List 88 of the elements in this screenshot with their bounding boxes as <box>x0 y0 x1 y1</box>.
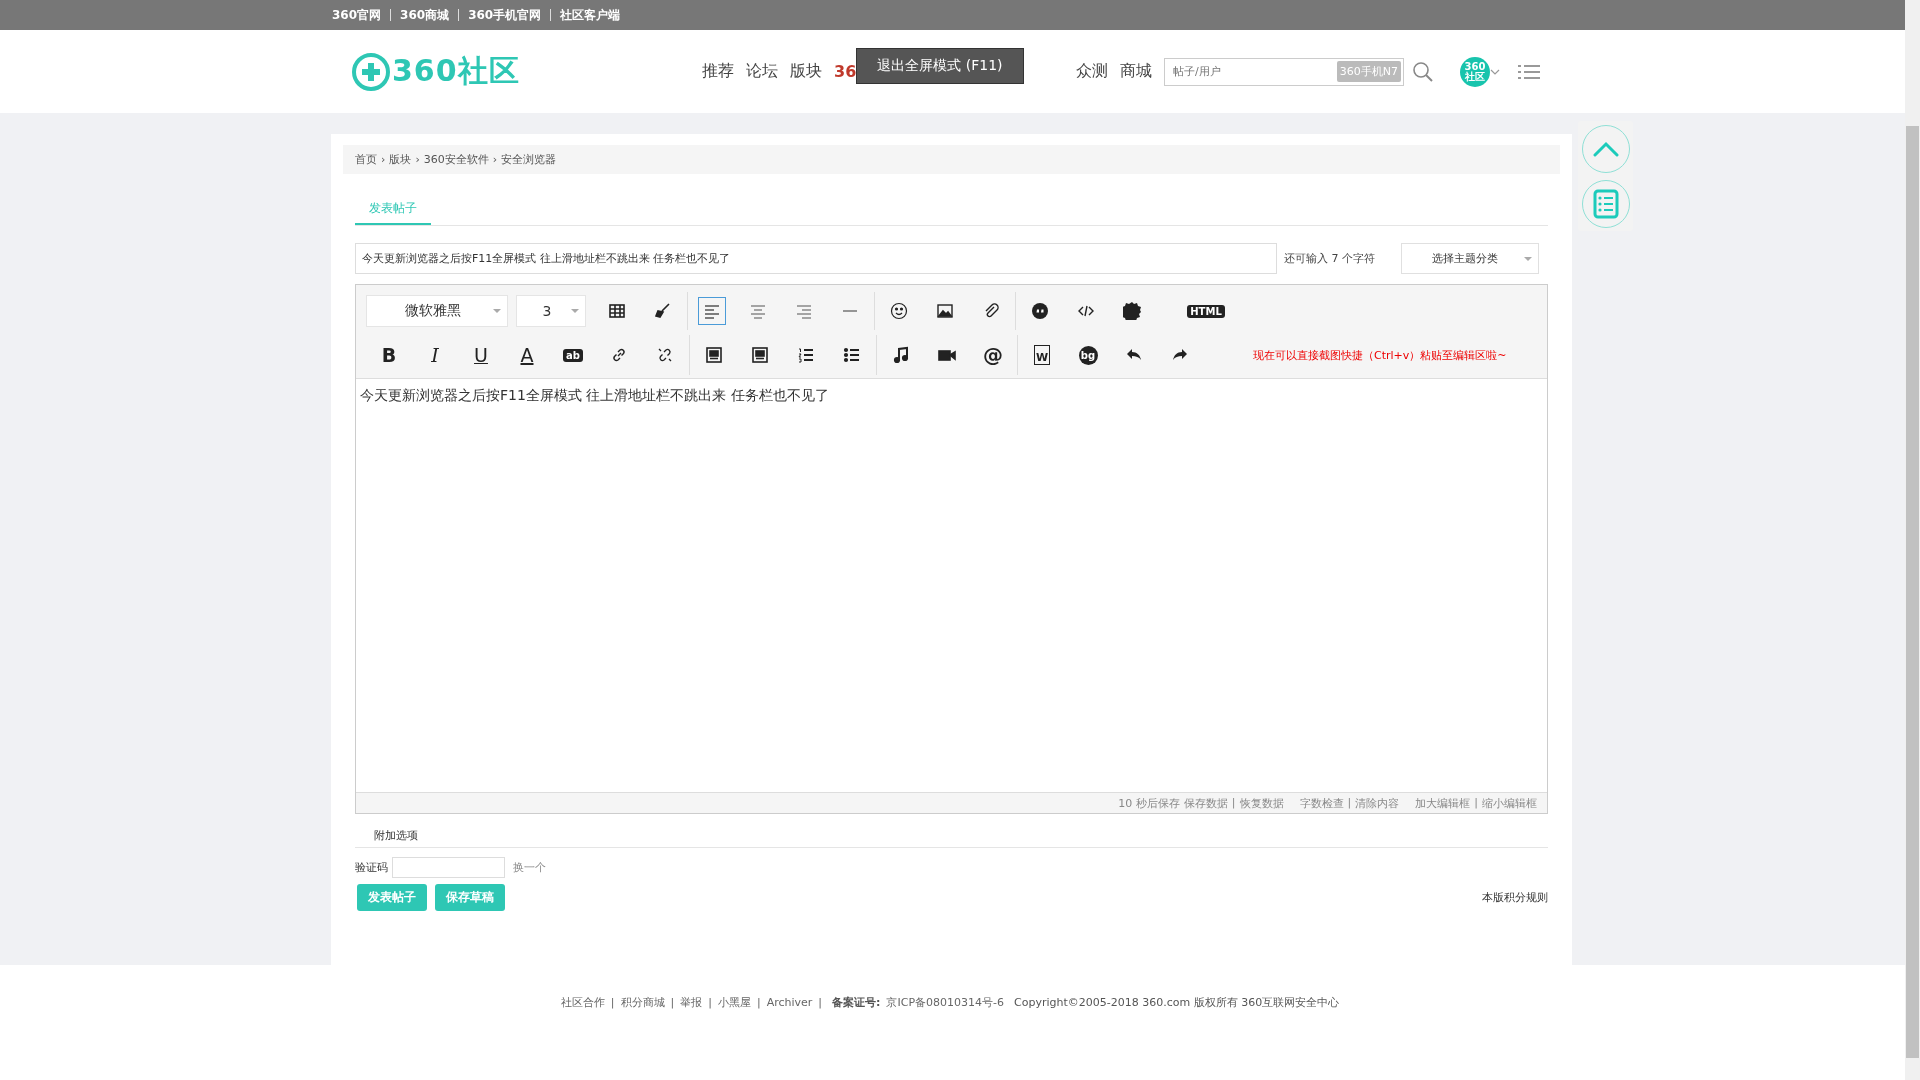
size-select[interactable]: 3 <box>516 295 586 327</box>
footer-link[interactable]: 社区合作 <box>560 995 605 1010</box>
unlink-icon <box>656 346 674 364</box>
footer-link[interactable]: 积分商城 <box>620 995 665 1010</box>
align-left-icon <box>703 302 721 320</box>
top-link[interactable]: 360手机官网 <box>468 6 542 24</box>
scrollbar[interactable] <box>1905 0 1920 1080</box>
breadcrumb-link[interactable]: 首页 <box>355 152 377 167</box>
top-link[interactable]: 360官网 <box>332 6 382 24</box>
separator: | <box>1347 795 1352 811</box>
format-button[interactable]: HTML <box>1183 295 1229 327</box>
plus-logo-icon <box>352 52 390 91</box>
paste-hint: 现在可以直接截图快捷（Ctrl+v）粘贴至编辑区啦~ <box>1253 347 1507 363</box>
editor-link[interactable]: 恢复数据 <box>1239 795 1284 811</box>
seal-icon <box>1123 302 1141 320</box>
nav-link[interactable]: 推荐 <box>702 61 734 82</box>
chevron-up-icon <box>1592 140 1619 157</box>
nav-link[interactable]: 商城 <box>1120 61 1152 82</box>
quote-icon <box>1031 302 1049 320</box>
char-counter: 还可输入 7 个字符 <box>1284 251 1376 266</box>
float-right-icon <box>751 346 769 364</box>
link-icon <box>610 346 628 364</box>
font-select[interactable]: 微软雅黑 <box>366 295 508 327</box>
underline-button[interactable]: U <box>458 339 504 371</box>
autosave-note: 10 秒后保存 <box>1118 795 1180 811</box>
list-icon <box>1592 188 1619 219</box>
breadcrumb-link[interactable]: 版块 <box>389 152 412 167</box>
format-button[interactable]: W <box>1019 339 1065 371</box>
ul-icon <box>843 346 861 364</box>
nav-link[interactable]: 36 <box>834 62 857 81</box>
refresh-link[interactable]: 换一个 <box>513 860 546 875</box>
separator: | <box>1474 795 1478 811</box>
tooltip: 退出全屏模式 (F11) <box>856 47 1024 84</box>
editor-link[interactable]: 保存数据 <box>1183 795 1228 811</box>
separator: | <box>670 996 675 1009</box>
nav-link[interactable]: 众测 <box>1076 61 1108 82</box>
editor-link[interactable]: 字数检查 <box>1299 795 1344 811</box>
breadcrumb-separator: › <box>415 153 420 166</box>
separator: | <box>756 996 761 1009</box>
breadcrumb-separator: › <box>381 153 386 166</box>
captcha-label: 验证码 <box>355 860 388 875</box>
format-button[interactable]: ab <box>550 339 596 371</box>
editor-link[interactable]: 缩小编辑框 <box>1482 795 1537 811</box>
separator: | <box>1231 795 1236 811</box>
search-icon[interactable] <box>1412 60 1434 83</box>
section-heading: 附加选项 <box>355 828 1548 848</box>
breadcrumb-separator: › <box>492 153 498 166</box>
caret-icon <box>571 309 579 313</box>
top-link[interactable]: 360商城 <box>400 6 450 24</box>
editor-link[interactable]: 清除内容 <box>1355 795 1400 811</box>
separator: | <box>818 996 823 1009</box>
music-icon <box>892 346 910 364</box>
category-select[interactable]: 选择主题分类 <box>1401 243 1539 274</box>
menu-icon[interactable] <box>1518 62 1540 81</box>
separator: | <box>610 996 615 1009</box>
breadcrumb-link[interactable]: 安全浏览器 <box>501 152 557 167</box>
font-color-button[interactable]: A <box>504 339 550 371</box>
caret-icon <box>1524 256 1532 261</box>
separator: | <box>708 996 712 1009</box>
image-icon <box>936 302 954 320</box>
footer-link[interactable]: 举报 <box>680 995 703 1010</box>
emoji-icon <box>890 302 908 320</box>
breadcrumb-link[interactable]: 360安全软件 <box>423 152 489 167</box>
icp-link[interactable]: 京ICP备08010314号-6 <box>886 995 1004 1010</box>
rules-link[interactable]: 本版积分规则 <box>1482 890 1548 905</box>
float-left-icon <box>705 346 723 364</box>
brush-icon <box>654 302 672 320</box>
nav-link[interactable]: 版块 <box>790 61 822 82</box>
italic-button[interactable]: I <box>412 339 458 371</box>
caret-icon <box>493 309 501 313</box>
copyright: Copyright©2005-2018 360.com 版权所有 360互联网安全中心 <box>1014 995 1340 1010</box>
title-field[interactable]: 今天更新浏览器之后按F11全屏模式 往上滑地址栏不跳出来 任务栏也不见了 <box>355 243 1277 274</box>
icp-label: 备案证号: <box>832 995 881 1010</box>
align-left-button[interactable] <box>698 297 726 325</box>
top-link[interactable]: 社区客户端 <box>560 6 621 24</box>
caret-icon[interactable] <box>1490 67 1500 76</box>
nav-link[interactable]: 论坛 <box>746 61 778 82</box>
footer-link[interactable]: 小黑屋 <box>717 995 751 1010</box>
at-button[interactable]: @ <box>970 339 1016 371</box>
footer-link[interactable]: Archiver <box>766 996 813 1009</box>
ol-icon <box>797 346 815 364</box>
align-center-icon <box>749 302 767 320</box>
bold-button[interactable]: B <box>366 339 412 371</box>
format-button[interactable]: bg <box>1065 339 1111 371</box>
table-icon <box>608 302 626 320</box>
captcha-field[interactable] <box>392 857 505 878</box>
editor-link[interactable]: 加大编辑框 <box>1415 795 1471 811</box>
align-right-icon <box>795 302 813 320</box>
